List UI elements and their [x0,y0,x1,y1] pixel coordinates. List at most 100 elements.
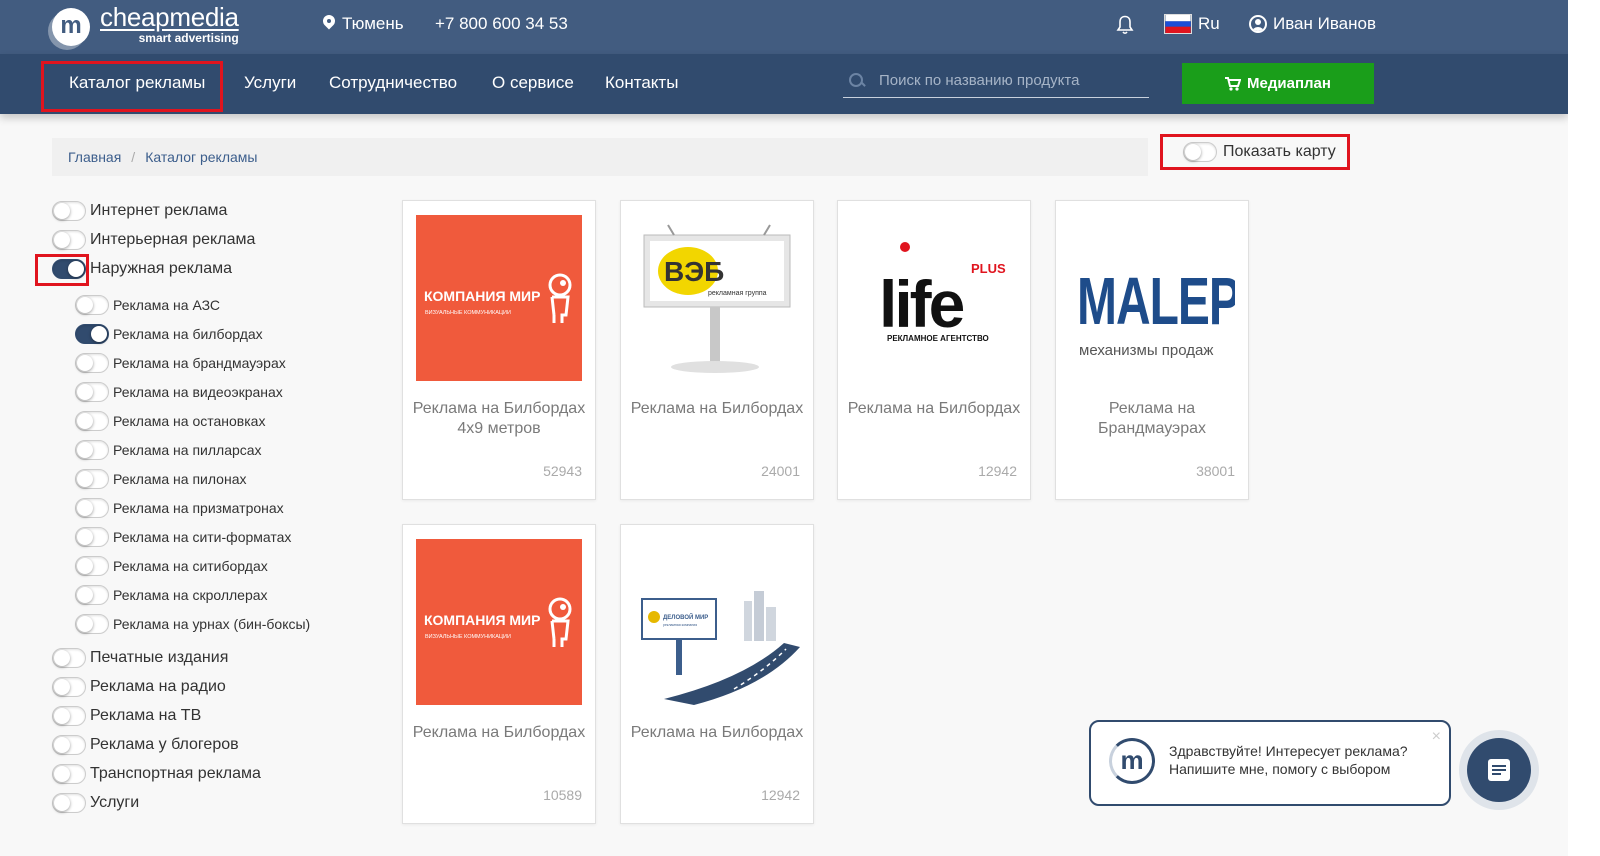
product-title: Реклама на Билбордах 4х9 метров [412,400,586,437]
chat-line-2: Напишите мне, помогу с выбором [1169,761,1391,777]
product-title: Реклама на Билбордах [630,724,804,741]
logo-main-text: ДЕЛОВОЙ МИР [663,613,708,621]
phone-number[interactable]: +7 800 600 34 53 [435,14,568,34]
nav-about[interactable]: О сервисе [492,73,574,93]
show-map-label: Показать карту [1223,143,1336,160]
filter-switch[interactable] [52,706,86,726]
subfilter-firewalls[interactable]: Реклама на брандмауэрах [75,353,286,373]
product-card[interactable]: ВЭБ рекламная группа Реклама на Билборда… [620,200,814,500]
search-input[interactable] [879,72,1139,89]
product-count: 38001 [1196,463,1235,479]
chat-open-button[interactable] [1459,730,1539,810]
subfilter-billboards[interactable]: Реклама на билбордах [75,324,263,344]
filter-switch[interactable] [52,677,86,697]
subfilter-pillars[interactable]: Реклама на пилларсах [75,440,262,460]
mediaplan-button[interactable]: Медиаплан [1182,63,1374,104]
language-selector[interactable]: Ru [1164,14,1220,34]
subfilter-prismatrons[interactable]: Реклама на призматронах [75,498,284,518]
filter-switch[interactable] [52,648,86,668]
filter-print[interactable]: Печатные издания [52,648,228,668]
mediaplan-label: Медиаплан [1247,75,1331,92]
subfilter-scrollers[interactable]: Реклама на скроллерах [75,585,268,605]
user-icon [1249,15,1267,33]
subfilter-videoscreens[interactable]: Реклама на видеоэкранах [75,382,283,402]
site-logo[interactable]: m cheapmedia smart advertising [52,4,239,46]
kompaniya-mir-logo: КОМПАНИЯ МИР ВИЗУАЛЬНЫЕ КОММУНИКАЦИИ [416,539,582,705]
filter-switch[interactable] [52,764,86,784]
subfilter-label: Реклама на призматронах [113,500,284,516]
filter-services[interactable]: Услуги [52,793,139,813]
product-card[interactable]: КОМПАНИЯ МИР ВИЗУАЛЬНЫЕ КОММУНИКАЦИИ Рек… [402,524,596,824]
filter-internet[interactable]: Интернет реклама [52,201,227,221]
map-switch[interactable] [1183,142,1217,162]
malepo-logo: MALEPO механизмы продаж [1069,215,1235,381]
logo-badge-text: PLUS [971,261,1006,276]
subfilter-city-formats[interactable]: Реклама на сити-форматах [75,527,291,547]
product-card[interactable]: ДЕЛОВОЙ МИР рекламная компания Реклама н… [620,524,814,824]
logo-main-text: КОМПАНИЯ МИР [424,288,540,304]
product-card[interactable]: life PLUS РЕКЛАМНОЕ АГЕНТСТВО Реклама на… [837,200,1031,500]
subfilter-switch[interactable] [75,324,109,344]
filter-switch[interactable] [52,201,86,221]
subfilter-switch[interactable] [75,556,109,576]
filter-switch[interactable] [52,230,86,250]
filter-transport[interactable]: Транспортная реклама [52,764,261,784]
breadcrumb-current[interactable]: Каталог рекламы [145,149,257,165]
logo-sub-text: рекламная группа [708,290,767,297]
subfilter-switch[interactable] [75,295,109,315]
subfilter-switch[interactable] [75,527,109,547]
veb-billboard-logo: ВЭБ рекламная группа [634,215,800,381]
subfilter-cityboards[interactable]: Реклама на ситибордах [75,556,268,576]
location-pin-icon [322,15,336,33]
logo-main-text: MALEPO [1077,264,1235,339]
subfilter-pylons[interactable]: Реклама на пилонах [75,469,247,489]
subfilter-switch[interactable] [75,498,109,518]
logo-sub-text: механизмы продаж [1079,342,1213,359]
filter-radio[interactable]: Реклама на радио [52,677,226,697]
subfilter-switch[interactable] [75,382,109,402]
subfilter-azs[interactable]: Реклама на АЗС [75,295,220,315]
subfilter-switch[interactable] [75,469,109,489]
subfilter-bin-boxes[interactable]: Реклама на урнах (бин-боксы) [75,614,310,634]
subfilter-switch[interactable] [75,440,109,460]
subfilter-switch[interactable] [75,411,109,431]
show-map-toggle[interactable]: Показать карту [1160,134,1350,170]
subfilter-label: Реклама на АЗС [113,297,221,313]
subfilter-label: Реклама на видеоэкранах [113,384,283,400]
filter-label: Услуги [90,794,140,811]
chat-greeting-popup[interactable]: m Здравствуйте! Интересует реклама? Напи… [1089,720,1451,806]
nav-cooperation[interactable]: Сотрудничество [329,73,457,93]
bell-icon[interactable] [1116,15,1134,35]
subfilter-label: Реклама на сити-форматах [113,529,292,545]
search-icon [849,72,865,89]
nav-contacts[interactable]: Контакты [605,73,678,93]
subfilter-switch[interactable] [75,585,109,605]
cart-icon [1225,76,1242,91]
product-count: 10589 [543,787,582,803]
product-count: 12942 [761,787,800,803]
subfilter-label: Реклама на брандмауэрах [113,355,286,371]
filter-bloggers[interactable]: Реклама у блогеров [52,735,239,755]
nav-services[interactable]: Услуги [244,73,296,93]
city-selector[interactable]: Тюмень [322,14,404,34]
product-card[interactable]: КОМПАНИЯ МИР ВИЗУАЛЬНЫЕ КОММУНИКАЦИИ Рек… [402,200,596,500]
subfilter-switch[interactable] [75,614,109,634]
product-card[interactable]: MALEPO механизмы продаж Реклама на Бранд… [1055,200,1249,500]
filter-label: Печатные издания [90,649,229,666]
user-menu[interactable]: Иван Иванов [1249,14,1376,34]
filter-label: Наружная реклама [90,260,233,277]
chat-close-icon[interactable]: × [1432,728,1441,746]
user-name: Иван Иванов [1273,14,1377,33]
chat-line-1: Здравствуйте! Интересует реклама? [1169,743,1408,759]
filter-switch[interactable] [52,793,86,813]
filter-switch[interactable] [52,735,86,755]
breadcrumb-home[interactable]: Главная [68,149,121,165]
subfilter-stops[interactable]: Реклама на остановках [75,411,265,431]
filter-label: Интерьерная реклама [90,231,256,248]
city-name: Тюмень [342,14,404,33]
filter-label: Реклама на ТВ [90,707,202,724]
filter-tv[interactable]: Реклама на ТВ [52,706,201,726]
chat-icon [1488,759,1510,781]
filter-interior[interactable]: Интерьерная реклама [52,230,255,250]
subfilter-switch[interactable] [75,353,109,373]
